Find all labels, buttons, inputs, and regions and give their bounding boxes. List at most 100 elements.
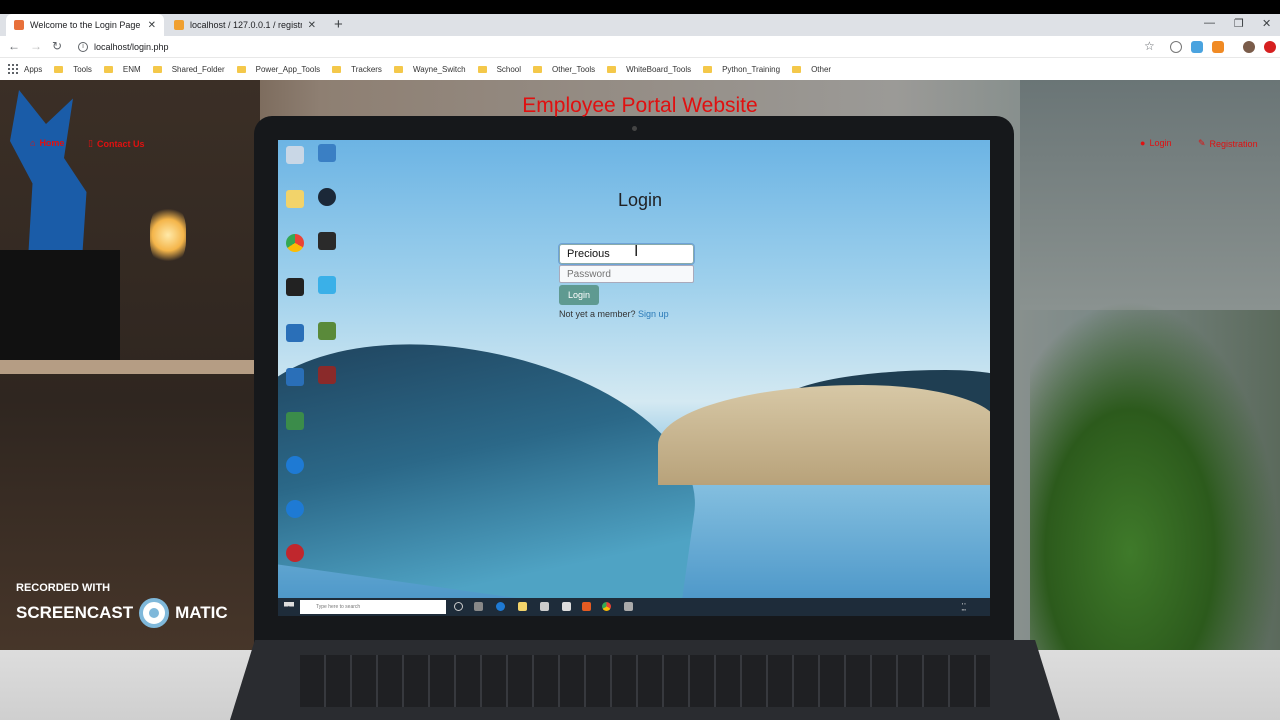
folder-icon	[393, 65, 403, 73]
bookmark-folder[interactable]: Other_Tools	[533, 65, 595, 74]
html-file-icon	[14, 20, 24, 30]
desktop-icon-search	[286, 146, 304, 164]
login-button[interactable]: Login	[559, 285, 599, 305]
watermark-line1: RECORDED WITH	[16, 582, 111, 594]
mail-taskbar-icon	[562, 602, 571, 611]
signup-link[interactable]: Sign up	[638, 309, 669, 319]
minimize-icon[interactable]: —	[1204, 17, 1215, 29]
bookmark-star-icon[interactable]: ☆	[1144, 39, 1155, 53]
address-bar[interactable]: i localhost/login.php	[72, 38, 1162, 56]
bookmark-label: School	[496, 64, 522, 74]
info-icon[interactable]: i	[78, 42, 88, 52]
browser-toolbar: ← → ↻ i localhost/login.php ☆	[0, 36, 1280, 58]
hill-left	[278, 319, 713, 616]
phpmyadmin-icon	[174, 20, 184, 30]
bookmark-folder[interactable]: School	[477, 64, 522, 74]
folder-icon	[607, 65, 617, 73]
bookmark-label: Wayne_Switch	[412, 64, 466, 74]
bookmark-folder[interactable]: Python_Training	[703, 65, 780, 74]
bookmark-folder[interactable]: Other	[792, 65, 831, 74]
forward-arrow-icon[interactable]: →	[30, 39, 42, 53]
restore-icon[interactable]: ❐	[1234, 17, 1244, 30]
shelf	[0, 360, 260, 374]
bookmark-label: WhiteBoard_Tools	[626, 64, 692, 74]
watermark-right: MATIC	[175, 603, 228, 622]
bookmark-folder[interactable]: WhiteBoard_Tools	[607, 65, 691, 74]
app-taskbar-icon	[624, 602, 633, 611]
back-arrow-icon[interactable]: ←	[8, 39, 20, 53]
bookmark-folder[interactable]: Tools	[54, 65, 92, 74]
text-cursor-icon: I	[634, 243, 639, 260]
user-icon: ●	[1140, 138, 1146, 148]
nav-home-link[interactable]: ⌂ Home	[30, 138, 64, 148]
folder-icon	[152, 65, 162, 73]
edge-taskbar-icon	[496, 602, 505, 611]
nav-login-link[interactable]: ● Login	[1140, 138, 1171, 148]
nav-label: Registration	[1209, 138, 1258, 149]
desktop-icon-chrome	[286, 234, 304, 252]
extension-orange-icon[interactable]	[1212, 41, 1224, 53]
chrome-taskbar-icon	[602, 602, 611, 611]
desktop-icon-crystaldisk	[286, 324, 304, 342]
taskbar-clock: ▪ ▪ ▪▪▪	[961, 601, 966, 612]
bookmark-folder[interactable]: Wayne_Switch	[393, 64, 466, 74]
keyboard-keys	[300, 655, 990, 707]
tab-login-page[interactable]: Welcome to the Login Page ✕	[6, 14, 164, 36]
bookmark-label: Other_Tools	[552, 64, 596, 74]
watermark-left: SCREENCAST	[16, 603, 134, 622]
profile-avatar-icon[interactable]	[1243, 41, 1255, 53]
portal-title: Employee Portal Website	[522, 94, 758, 117]
pencil-icon: ✎	[1198, 138, 1206, 148]
username-input[interactable]	[558, 243, 695, 265]
reload-icon[interactable]: ↻	[52, 39, 62, 53]
desktop-icon-feedly	[318, 276, 336, 294]
bookmark-folder[interactable]: Shared_Folder	[152, 64, 225, 74]
screencast-logo-icon	[139, 598, 170, 628]
extension-v-icon[interactable]	[1170, 41, 1182, 53]
desktop-icon-epic	[318, 232, 336, 250]
nav-label: Login	[1149, 138, 1172, 148]
tab-title: Welcome to the Login Page	[30, 20, 141, 30]
close-window-icon[interactable]: ✕	[1262, 17, 1271, 30]
new-tab-button[interactable]: +	[334, 16, 343, 33]
password-input[interactable]	[559, 265, 694, 283]
bookmark-folder[interactable]: ENM	[103, 64, 141, 74]
signup-prompt: Not yet a member? Sign up	[559, 309, 669, 319]
recording-top-border	[0, 0, 1280, 14]
desktop-icon-edge	[286, 500, 304, 518]
home-icon: ⌂	[30, 138, 36, 148]
bookmark-folder[interactable]: Power_App_Tools	[236, 65, 320, 74]
url-text: localhost/login.php	[94, 42, 169, 52]
webcam	[632, 126, 637, 131]
folder-icon	[533, 65, 543, 73]
bookmark-label: Shared_Folder	[171, 64, 225, 74]
phone-icon: ▯	[88, 138, 93, 148]
folder-icon	[332, 65, 342, 73]
task-view-icon	[474, 602, 483, 611]
close-tab-icon[interactable]: ✕	[148, 20, 156, 31]
nav-label: Contact Us	[96, 138, 145, 149]
windows-start-icon	[284, 602, 294, 607]
taskbar-search-box: Type here to search	[300, 600, 446, 614]
watermark-line2: SCREENCAST MATIC	[16, 598, 228, 628]
bookmark-folder[interactable]: Trackers	[332, 65, 382, 74]
folder-icon	[236, 65, 246, 73]
tab-phpmyadmin[interactable]: localhost / 127.0.0.1 / registration ✕	[166, 14, 324, 36]
desktop-icon-graph	[318, 322, 336, 340]
nav-label: Home	[39, 138, 65, 148]
nav-contact-link[interactable]: ▯ Contact Us	[88, 138, 144, 149]
bookmark-label: ENM	[122, 64, 141, 74]
bookmark-label: Apps	[24, 64, 43, 74]
folder-icon	[703, 65, 713, 73]
nav-registration-link[interactable]: ✎ Registration	[1198, 138, 1258, 149]
folder-icon	[54, 65, 64, 73]
login-heading: Login	[617, 190, 663, 210]
extension-chat-icon[interactable]	[1191, 41, 1203, 53]
close-tab-icon[interactable]: ✕	[308, 20, 316, 31]
desktop-icon-chart	[318, 144, 336, 162]
folder-icon	[103, 65, 113, 73]
bookmark-apps[interactable]: Apps	[8, 64, 42, 74]
extension-red-icon[interactable]	[1264, 41, 1276, 53]
screencast-watermark: RECORDED WITH SCREENCAST MATIC	[16, 582, 228, 628]
desktop-icon-app	[286, 544, 304, 562]
